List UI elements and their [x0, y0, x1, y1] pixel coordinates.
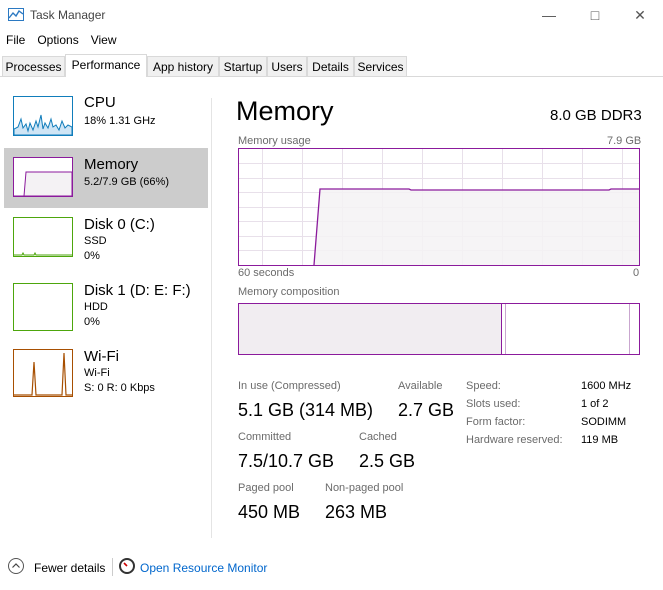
- slots-used-value: 1 of 2: [581, 398, 609, 410]
- chevron-up-icon[interactable]: [8, 558, 24, 574]
- sidebar-item-title: CPU: [84, 94, 116, 111]
- nonpaged-pool-label: Non-paged pool: [325, 482, 404, 494]
- memory-thumbnail-graph: [13, 157, 73, 197]
- memory-usage-label: Memory usage: [238, 135, 311, 147]
- tab-details[interactable]: Details: [307, 56, 354, 76]
- disk0-thumbnail-graph: [13, 217, 73, 257]
- in-use-label: In use (Compressed): [238, 380, 341, 392]
- time-axis-label: 60 seconds: [238, 267, 295, 279]
- open-resource-monitor-link[interactable]: Open Resource Monitor: [140, 561, 267, 575]
- menu-file[interactable]: File: [0, 31, 31, 49]
- page-title: Memory: [236, 96, 334, 126]
- memory-composition-bar: [238, 303, 640, 355]
- pane-divider: [211, 98, 212, 538]
- sidebar-item-detail: 5.2/7.9 GB (66%): [84, 176, 169, 188]
- sidebar-item-detail-2: 0%: [84, 316, 100, 328]
- tab-startup[interactable]: Startup: [219, 56, 267, 76]
- memory-spec: 8.0 GB DDR3: [550, 107, 642, 124]
- tab-app-history[interactable]: App history: [147, 56, 219, 76]
- available-label: Available: [398, 380, 443, 392]
- sidebar-item-detail-2: 0%: [84, 250, 100, 262]
- cached-label: Cached: [359, 431, 397, 443]
- slots-used-label: Slots used:: [466, 398, 521, 410]
- sidebar-item-detail: SSD: [84, 235, 107, 247]
- fewer-details-button[interactable]: Fewer details: [34, 561, 105, 575]
- cached-value: 2.5 GB: [359, 451, 416, 471]
- sidebar-item-disk1[interactable]: Disk 1 (D: E: F:) HDD 0%: [4, 276, 208, 336]
- minimize-button[interactable]: —: [526, 0, 572, 30]
- committed-label: Committed: [238, 431, 292, 443]
- tab-performance[interactable]: Performance: [65, 54, 147, 77]
- resource-monitor-icon[interactable]: [119, 558, 135, 574]
- sidebar-item-cpu[interactable]: CPU 18% 1.31 GHz: [4, 90, 208, 150]
- speed-value: 1600 MHz: [581, 380, 632, 392]
- maximize-button[interactable]: □: [572, 0, 618, 30]
- memory-composition-label: Memory composition: [238, 286, 340, 298]
- in-use-value: 5.1 GB (314 MB): [238, 400, 374, 420]
- sidebar-item-detail: Wi-Fi: [84, 367, 110, 379]
- sidebar-item-detail: HDD: [84, 301, 108, 313]
- hardware-reserved-value: 119 MB: [581, 434, 619, 446]
- nonpaged-pool-value: 263 MB: [325, 502, 388, 522]
- available-value: 2.7 GB: [398, 400, 455, 420]
- sidebar-item-memory[interactable]: Memory 5.2/7.9 GB (66%): [4, 148, 208, 208]
- sidebar-item-detail-2: S: 0 R: 0 Kbps: [84, 382, 155, 394]
- tab-users[interactable]: Users: [267, 56, 307, 76]
- menu-view[interactable]: View: [85, 31, 123, 49]
- tab-processes[interactable]: Processes: [2, 56, 65, 76]
- tab-services[interactable]: Services: [354, 56, 407, 76]
- memory-usage-graph: [238, 148, 640, 266]
- menu-options[interactable]: Options: [31, 31, 84, 49]
- sidebar-item-wifi[interactable]: Wi-Fi Wi-Fi S: 0 R: 0 Kbps: [4, 342, 208, 402]
- sidebar-item-title: Memory: [84, 156, 139, 173]
- title-bar: Task Manager — □ ✕: [0, 0, 663, 30]
- sidebar-item-title: Wi-Fi: [84, 348, 119, 365]
- sidebar-item-title: Disk 0 (C:): [84, 216, 155, 233]
- time-axis-end: 0: [633, 267, 640, 279]
- paged-pool-label: Paged pool: [238, 482, 294, 494]
- speed-label: Speed:: [466, 380, 501, 392]
- form-factor-label: Form factor:: [466, 416, 526, 428]
- sidebar-item-disk0[interactable]: Disk 0 (C:) SSD 0%: [4, 210, 208, 270]
- footer-separator: [112, 558, 113, 576]
- sidebar-item-title: Disk 1 (D: E: F:): [84, 282, 191, 299]
- cpu-thumbnail-graph: [13, 96, 73, 136]
- memory-usage-max: 7.9 GB: [607, 135, 642, 147]
- hardware-reserved-label: Hardware reserved:: [466, 434, 563, 446]
- window-title: Task Manager: [30, 8, 106, 22]
- paged-pool-value: 450 MB: [238, 502, 301, 522]
- sidebar-item-detail: 18% 1.31 GHz: [84, 115, 156, 127]
- close-button[interactable]: ✕: [617, 0, 663, 30]
- wifi-thumbnail-graph: [13, 349, 73, 397]
- task-manager-icon: [8, 8, 24, 21]
- disk1-thumbnail-graph: [13, 283, 73, 331]
- menu-bar: File Options View: [0, 31, 123, 51]
- committed-value: 7.5/10.7 GB: [238, 451, 335, 471]
- form-factor-value: SODIMM: [581, 416, 627, 428]
